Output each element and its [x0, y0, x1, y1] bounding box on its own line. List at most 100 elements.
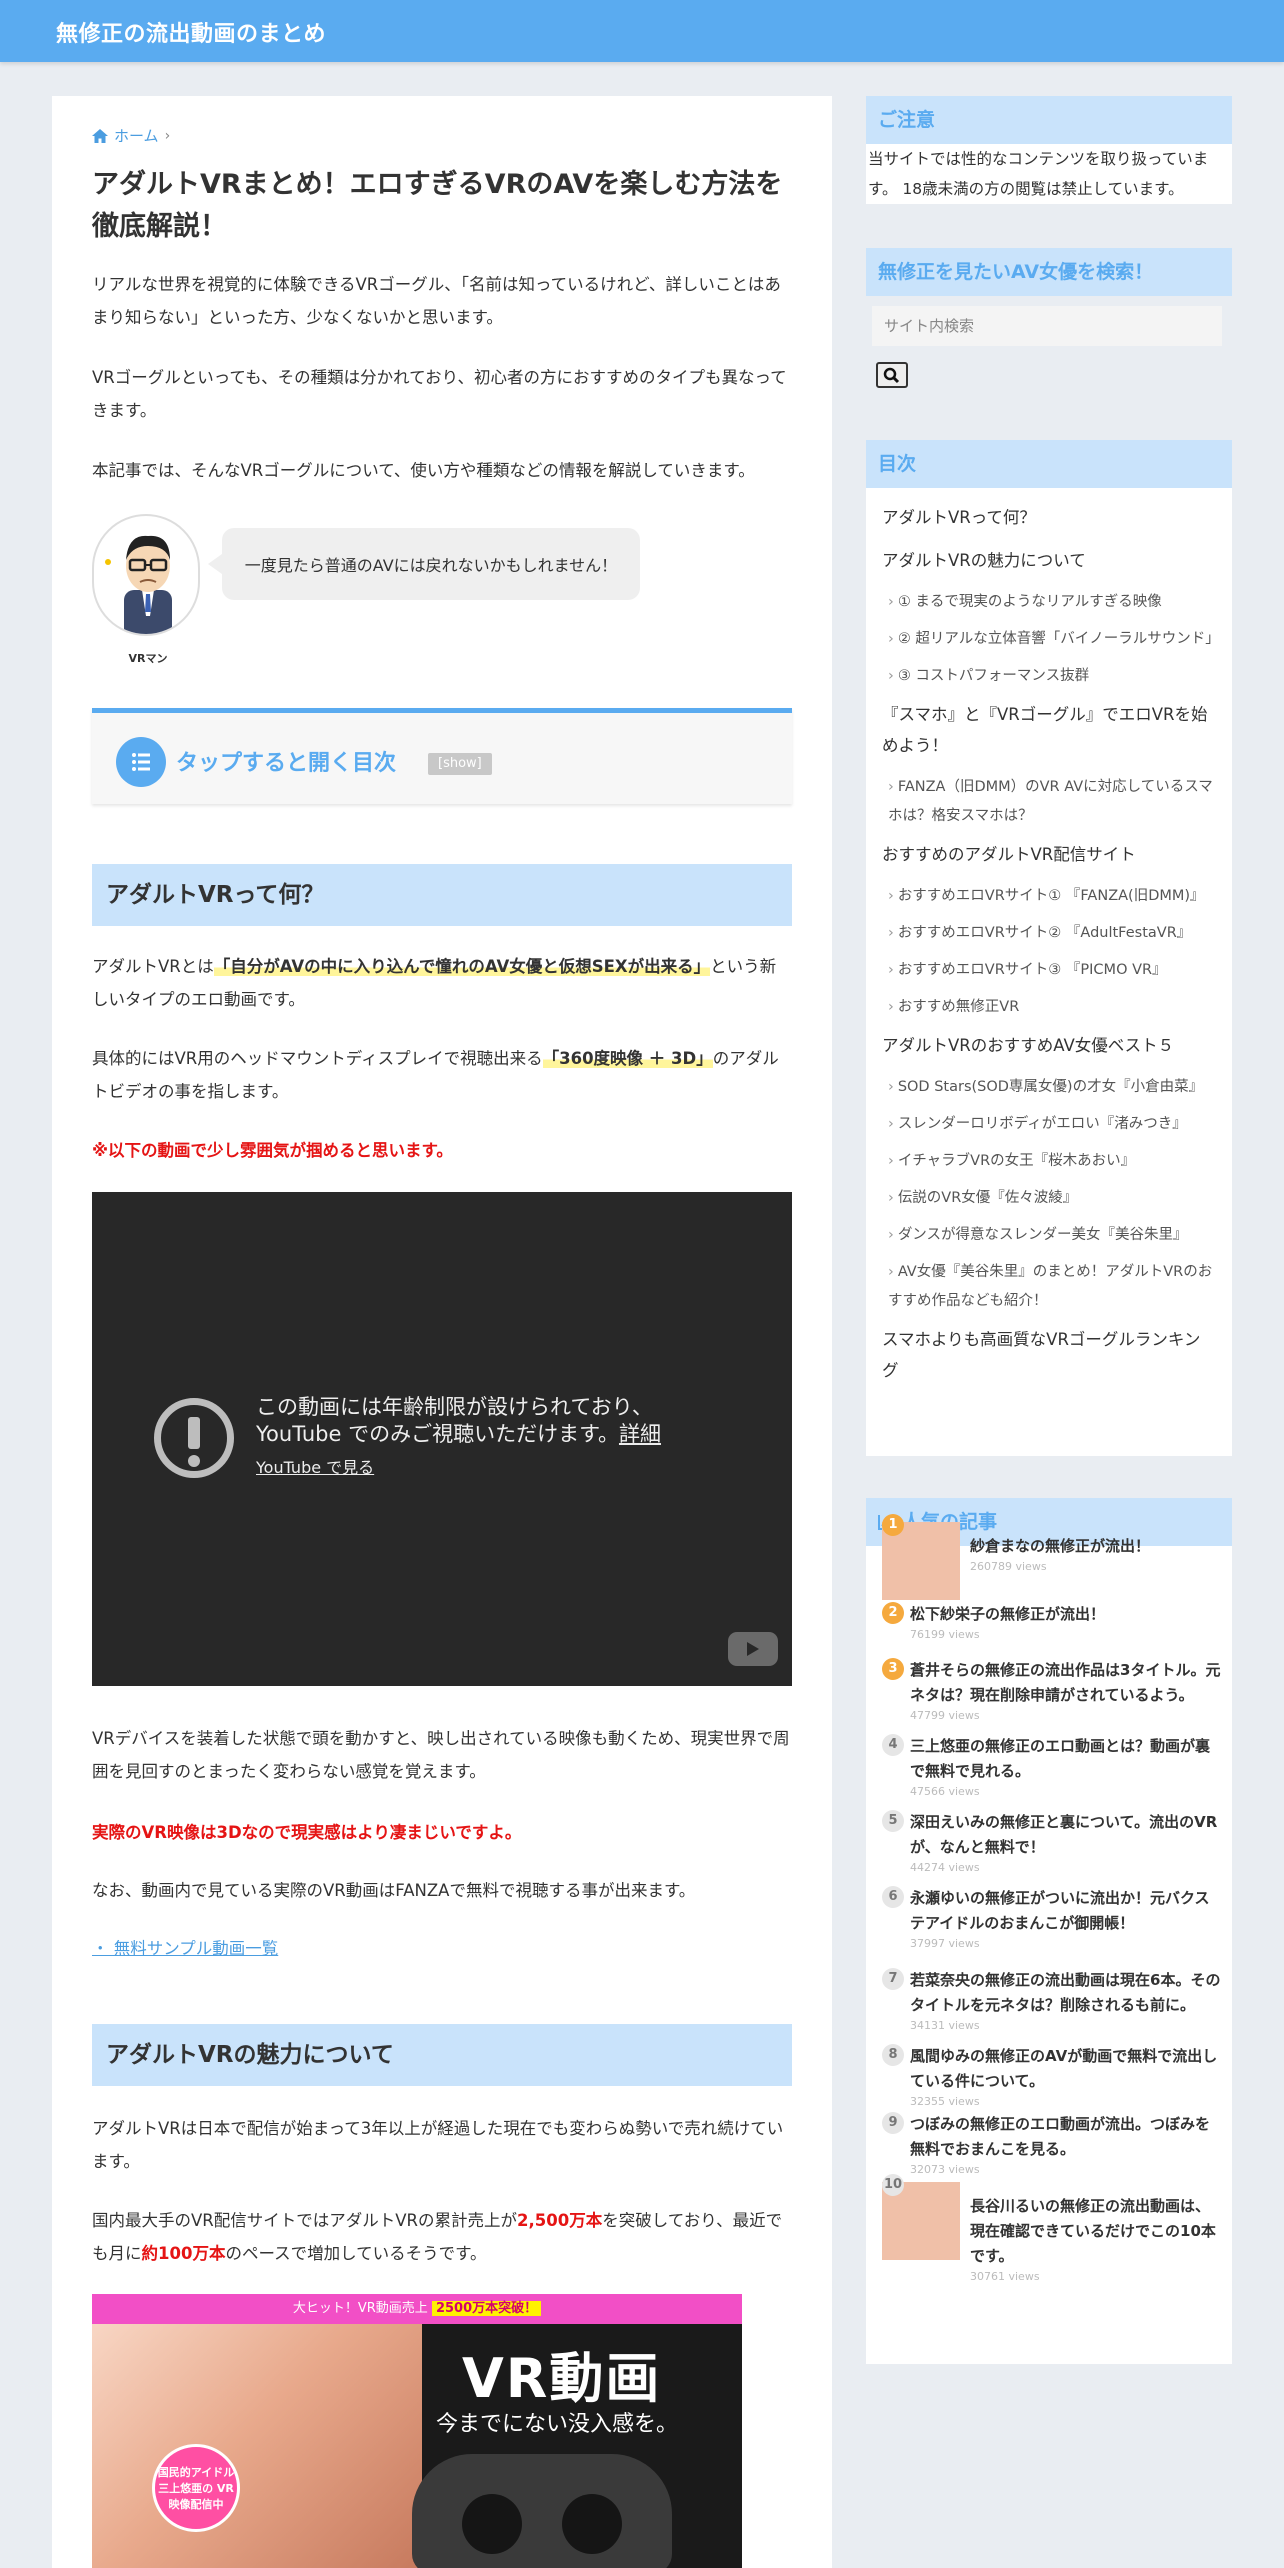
popular-item-title[interactable]: 風間ゆみの無修正のAVが動画で無料で流出している件について。: [910, 2044, 1222, 2094]
toc-item[interactable]: › ③ コストパフォーマンス抜群: [882, 662, 1216, 691]
chevron-right-icon: ›: [888, 594, 894, 610]
toc-title: タップすると開く目次: [176, 751, 397, 776]
toc-item[interactable]: アダルトVRって何？: [882, 502, 1216, 533]
search-button[interactable]: [876, 362, 908, 388]
chevron-right-icon: ›: [888, 631, 894, 647]
popular-item-title[interactable]: 松下紗栄子の無修正が流出！: [910, 1602, 1222, 1627]
article-title: アダルトVRまとめ！エロすぎるVRのAVを楽しむ方法を徹底解説！: [92, 169, 783, 242]
popular-item[interactable]: 5 深田えいみの無修正と裏について。流出のVRが、なんと無料で！ 44274 vie…: [882, 1810, 1222, 1876]
paragraph-vr-experience: VRデバイスを装着した状態で頭を動かすと、映し出されている映像も動くため、現実世…: [92, 1729, 790, 1781]
toc-item[interactable]: › FANZA（旧DMM）のVR AVに対応しているスマホは？格安スマホは？: [882, 773, 1216, 831]
popular-item[interactable]: 7 若菜奈央の無修正の流出動画は現在6本。そのタイトルを元ネタは？削除されるも前に…: [882, 1968, 1222, 2034]
toc-item[interactable]: › 伝説のVR女優『佐々波綾』: [882, 1184, 1216, 1213]
paragraph-fanza-free: なお、動画内で見ている実際のVR動画はFANZAで無料で視聴する事が出来ます。: [92, 1881, 696, 1900]
toc-item[interactable]: アダルトVRの魅力について: [882, 545, 1216, 576]
vr-man-icon: [105, 535, 172, 634]
popular-item-title[interactable]: 若菜奈央の無修正の流出動画は現在6本。そのタイトルを元ネタは？削除されるも前に。: [910, 1968, 1222, 2018]
toc-show-button[interactable]: [show]: [428, 753, 492, 775]
popular-item[interactable]: 9 つぼみの無修正のエロ動画が流出。つぼみを無料でおまんこを見る。 32073 vi…: [882, 2112, 1222, 2178]
toc-item-label: おすすめエロVRサイト① 『FANZA(旧DMM)』: [897, 888, 1205, 904]
notice-widget: ご注意 当サイトでは性的なコンテンツを取り扱っています。 18歳未満の方の閲覧は…: [866, 96, 1232, 206]
youtube-logo-icon[interactable]: [728, 1632, 778, 1666]
view-count: 44274 views: [910, 1861, 980, 1874]
popular-item[interactable]: 6 永瀬ゆいの無修正がついに流出か！元バクステアイドルのおまんこが御開帳！ 3799…: [882, 1886, 1222, 1952]
search-widget: 無修正を見たいAV女優を検索！: [866, 248, 1232, 296]
site-title[interactable]: 無修正の流出動画のまとめ: [56, 16, 326, 48]
text: 大ヒット！VR動画売上: [292, 2301, 428, 2316]
chevron-right-icon: ›: [888, 1227, 894, 1243]
toc-item[interactable]: › スレンダーロリボディがエロい『渚みつき』: [882, 1110, 1216, 1139]
list-icon: [116, 737, 166, 787]
search-input[interactable]: サイト内検索: [872, 306, 1222, 346]
site-header: 無修正の流出動画のまとめ: [0, 0, 1284, 62]
popular-item-title[interactable]: 長谷川るいの無修正の流出動画は、現在確認できているだけでこの10本です。: [970, 2194, 1222, 2269]
text: YouTube でのみご視聴いただけます。: [256, 1422, 619, 1446]
vr-ad-banner[interactable]: 大ヒット！VR動画売上 2500万本突破！ 国民的アイドル 三上悠亜の VR映像…: [92, 2294, 742, 2568]
speech-bubble: 一度見たら普通のAVには戻れないかもしれません！: [208, 528, 640, 600]
chevron-right-icon: ›: [888, 999, 894, 1015]
toc-item[interactable]: › おすすめエロVRサイト③ 『PICMO VR』: [882, 956, 1216, 985]
toc-item[interactable]: › イチャラブVRの女王『桜木あおい』: [882, 1147, 1216, 1176]
popular-item-title[interactable]: 深田えいみの無修正と裏について。流出のVRが、なんと無料で！: [910, 1810, 1222, 1860]
youtube-embed[interactable]: この動画には年齢制限が設けられており、 YouTube でのみご視聴いただけます…: [92, 1192, 792, 1686]
toc-item-label: 伝説のVR女優『佐々波綾』: [897, 1190, 1078, 1206]
popular-item-title[interactable]: 三上悠亜の無修正のエロ動画とは？動画が裏で無料で見れる。: [910, 1734, 1222, 1784]
toc-item[interactable]: スマホよりも高画質なVRゴーグルランキング: [882, 1324, 1216, 1386]
breadcrumb: ホーム ›: [92, 125, 170, 146]
rank-badge: 5: [882, 1810, 904, 1832]
toc-item[interactable]: › おすすめエロVRサイト② 『AdultFestaVR』: [882, 919, 1216, 948]
toc-item[interactable]: › ② 超リアルな立体音響「バイノーラルサウンド」: [882, 625, 1220, 654]
breadcrumb-separator: ›: [164, 127, 171, 144]
paragraph-vr-detail: 具体的にはVR用のヘッドマウントディスプレイで視聴出来る「360度映像 ＋ 3D…: [92, 1042, 792, 1108]
watch-on-youtube-link[interactable]: YouTube で見る: [256, 1454, 374, 1478]
toc-item[interactable]: アダルトVRのおすすめAV女優ベスト５: [882, 1030, 1216, 1061]
sample-video-link[interactable]: ・ 無料サンプル動画一覧: [92, 1939, 278, 1958]
breadcrumb-home-link[interactable]: ホーム: [114, 125, 159, 146]
toc-toggle-box[interactable]: タップすると開く目次 [show]: [92, 708, 792, 804]
banner-highlight: 2500万本突破！: [431, 2301, 542, 2316]
paragraph-vr-numbers: 国内最大手のVR配信サイトではアダルトVRの累計売上が2,500万本を突破してお…: [92, 2204, 792, 2270]
toc-item[interactable]: 『スマホ』と『VRゴーグル』でエロVRを始めよう！: [882, 699, 1216, 761]
toc-item[interactable]: › おすすめエロVRサイト① 『FANZA(旧DMM)』: [882, 882, 1216, 911]
popular-item[interactable]: 3 蒼井そらの無修正の流出作品は3タイトル。元ネタは？現在削除申請がされているよう…: [882, 1658, 1222, 1724]
rank-badge: 1: [882, 1514, 904, 1536]
popular-item-title[interactable]: つぼみの無修正のエロ動画が流出。つぼみを無料でおまんこを見る。: [910, 2112, 1222, 2162]
toc-item[interactable]: › AV女優『美谷朱里』のまとめ！アダルトVRのおすすめ作品なども紹介！: [882, 1258, 1216, 1316]
popular-item-title[interactable]: 永瀬ゆいの無修正がついに流出か！元バクステアイドルのおまんこが御開帳！: [910, 1886, 1222, 1936]
heading-what-is-vr: アダルトVRって何？: [92, 864, 792, 926]
chevron-right-icon: ›: [888, 1079, 894, 1095]
popular-item[interactable]: 8 風間ゆみの無修正のAVが動画で無料で流出している件について。 32355 vie…: [882, 2044, 1222, 2110]
popular-item-title[interactable]: 紗倉まなの無修正が流出！: [970, 1534, 1222, 1559]
toc-item-label: アダルトVRって何？: [882, 508, 1036, 527]
rank-badge: 9: [882, 2112, 904, 2134]
main-article: ホーム › アダルトVRまとめ！エロすぎるVRのAVを楽しむ方法を徹底解説！ リ…: [52, 96, 832, 2568]
age-restriction-message: この動画には年齢制限が設けられており、 YouTube でのみご視聴いただけます…: [256, 1394, 716, 1448]
toc-item-label: ③ コストパフォーマンス抜群: [897, 668, 1090, 684]
toc-item-label: スマホよりも高画質なVRゴーグルランキング: [882, 1330, 1201, 1380]
popular-item[interactable]: 2 松下紗栄子の無修正が流出！ 76199 views: [882, 1602, 1222, 1643]
toc-item[interactable]: › SOD Stars(SOD専属女優)の才女『小倉由菜』: [882, 1073, 1216, 1102]
toc-item[interactable]: おすすめのアダルトVR配信サイト: [882, 839, 1216, 870]
toc-item-label: 『スマホ』と『VRゴーグル』でエロVRを始めよう！: [882, 705, 1208, 755]
toc-item-label: おすすめ無修正VR: [897, 999, 1020, 1015]
toc-item[interactable]: › ダンスが得意なスレンダー美女『美谷朱里』: [882, 1221, 1216, 1250]
toc-item[interactable]: › おすすめ無修正VR: [882, 993, 1216, 1022]
rank-badge: 8: [882, 2044, 904, 2066]
view-count: 76199 views: [910, 1628, 980, 1641]
chevron-right-icon: ›: [888, 1116, 894, 1132]
banner-top-strip: 大ヒット！VR動画売上 2500万本突破！: [92, 2294, 742, 2324]
toc-item[interactable]: › ① まるで現実のようなリアルすぎる映像: [882, 588, 1216, 617]
warning-icon: [154, 1398, 234, 1478]
view-count: 47566 views: [910, 1785, 980, 1798]
chevron-right-icon: ›: [888, 925, 894, 941]
popular-item[interactable]: 4 三上悠亜の無修正のエロ動画とは？動画が裏で無料で見れる。 47566 views: [882, 1734, 1222, 1800]
popular-item[interactable]: 1 紗倉まなの無修正が流出！ 260789 views: [882, 1514, 1222, 1600]
chevron-right-icon: ›: [888, 888, 894, 904]
red-note-2: 実際のVR映像は3Dなので現実感はより凄まじいですよ。: [92, 1823, 522, 1842]
avatar: [92, 514, 200, 636]
popular-item[interactable]: 10 長谷川るいの無修正の流出動画は、現在確認できているだけでこの10本です。 30…: [882, 2174, 1222, 2285]
notice-heading: ご注意: [866, 96, 1232, 144]
banner-subtitle: 今までにない没入感を。: [436, 2412, 679, 2437]
details-link[interactable]: 詳細: [619, 1422, 661, 1446]
popular-item-title[interactable]: 蒼井そらの無修正の流出作品は3タイトル。元ネタは？現在削除申請がされているよう。: [910, 1658, 1222, 1708]
